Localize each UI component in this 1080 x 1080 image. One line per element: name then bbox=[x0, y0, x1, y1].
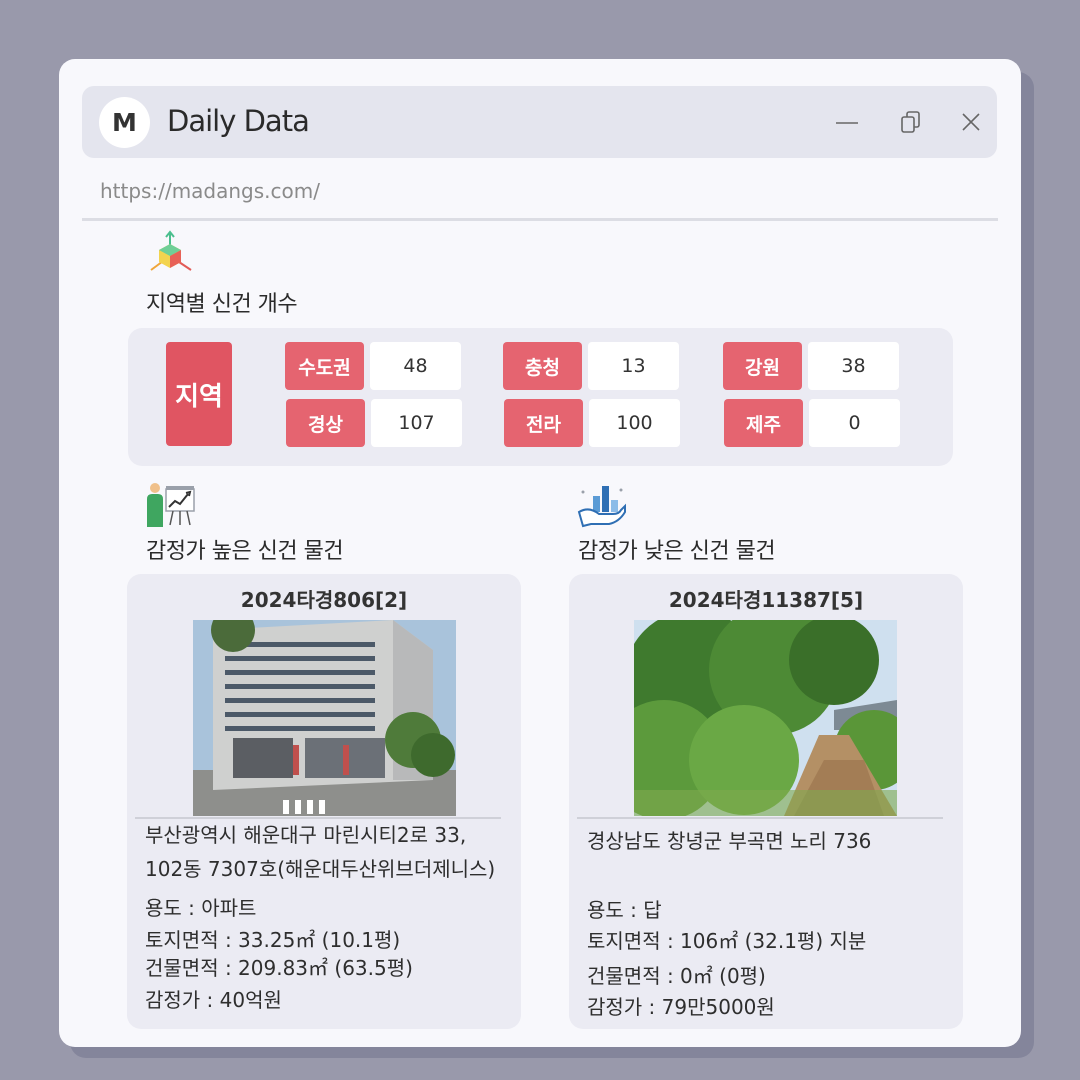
copy-icon bbox=[901, 111, 920, 133]
url-text[interactable]: https://madangs.com/ bbox=[100, 179, 320, 203]
property-appraisal: 감정가 : 40억원 bbox=[145, 988, 282, 1012]
region-header-label: 지역 bbox=[166, 342, 232, 446]
copy-button[interactable] bbox=[895, 106, 927, 138]
region-label-jeolla: 전라 bbox=[504, 399, 583, 447]
region-label-gangwon: 강원 bbox=[723, 342, 802, 390]
low-section-title: 감정가 낮은 신건 물건 bbox=[578, 539, 776, 564]
app-logo: M bbox=[99, 97, 150, 148]
hand-bar-chart-icon bbox=[577, 486, 626, 528]
region-panel: 지역 수도권 48 충청 13 강원 38 경상 107 전라 100 제주 0 bbox=[128, 328, 953, 466]
region-count-chungcheong: 13 bbox=[588, 342, 679, 390]
app-window: M Daily Data https://madangs.com/ 지역별 신건… bbox=[59, 59, 1021, 1047]
property-building-area: 건물면적 : 0㎡ (0평) bbox=[587, 964, 766, 988]
region-label-chungcheong: 충청 bbox=[503, 342, 582, 390]
property-building-area: 건물면적 : 209.83㎡ (63.5평) bbox=[145, 956, 413, 980]
low-property-card[interactable]: 2024타경11387[5] 경상남도 창녕군 부곡면 노리 736 용도 : … bbox=[569, 574, 963, 1029]
property-usage: 용도 : 아파트 bbox=[145, 896, 257, 920]
property-appraisal: 감정가 : 79만5000원 bbox=[587, 995, 775, 1019]
property-photo-land bbox=[634, 620, 897, 816]
property-land-area: 토지면적 : 106㎡ (32.1평) 지분 bbox=[587, 929, 867, 953]
property-usage: 용도 : 답 bbox=[587, 898, 662, 922]
high-property-card[interactable]: 2024타경806[2] 부산광역시 해운대구 마린시티2로 33, 102동 … bbox=[127, 574, 521, 1029]
window-title: Daily Data bbox=[167, 104, 310, 138]
region-count-jeolla: 100 bbox=[589, 399, 680, 447]
region-label-jeju: 제주 bbox=[724, 399, 803, 447]
high-section-title: 감정가 높은 신건 물건 bbox=[146, 539, 344, 564]
region-count-jeju: 0 bbox=[809, 399, 900, 447]
region-count-gangwon: 38 bbox=[808, 342, 899, 390]
property-land-area: 토지면적 : 33.25㎡ (10.1평) bbox=[145, 928, 401, 952]
property-address-line2: 102동 7307호(해운대두산위브더제니스) bbox=[145, 857, 496, 881]
region-label-gyeongsang: 경상 bbox=[286, 399, 365, 447]
property-address-line1: 경상남도 창녕군 부곡면 노리 736 bbox=[587, 829, 872, 853]
close-icon bbox=[962, 113, 980, 131]
region-count-sudogwon: 48 bbox=[370, 342, 461, 390]
minimize-icon bbox=[836, 122, 858, 124]
property-address-line1: 부산광역시 해운대구 마린시티2로 33, bbox=[145, 823, 467, 847]
title-bar: M Daily Data bbox=[82, 86, 997, 158]
minimize-button[interactable] bbox=[831, 106, 863, 138]
case-number[interactable]: 2024타경11387[5] bbox=[569, 584, 963, 613]
case-number[interactable]: 2024타경806[2] bbox=[127, 584, 521, 613]
photo-divider bbox=[577, 817, 943, 819]
header-divider bbox=[82, 218, 998, 221]
region-label-sudogwon: 수도권 bbox=[285, 342, 364, 390]
presentation-chart-icon bbox=[147, 483, 195, 527]
property-photo-apartment bbox=[193, 620, 456, 816]
region-count-gyeongsang: 107 bbox=[371, 399, 462, 447]
close-button[interactable] bbox=[955, 106, 987, 138]
cube-arrows-icon bbox=[150, 230, 192, 271]
region-section-title: 지역별 신건 개수 bbox=[146, 292, 298, 317]
